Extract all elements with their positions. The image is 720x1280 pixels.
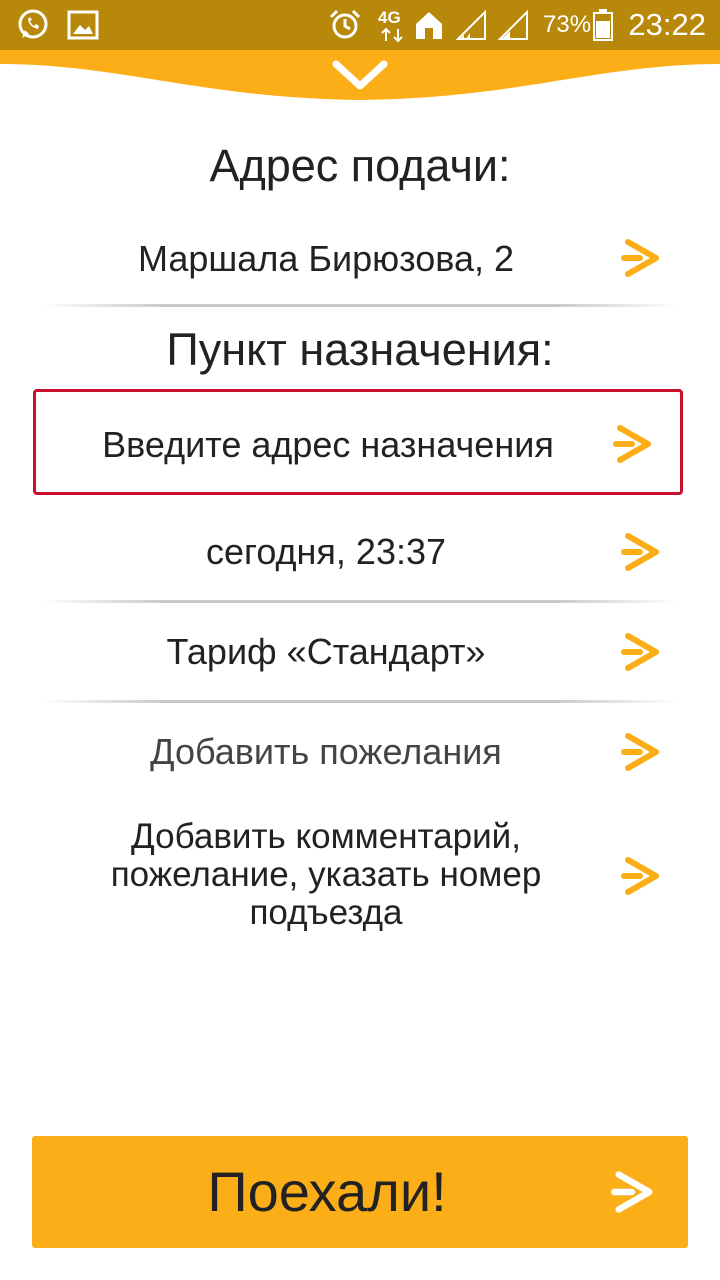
go-button-label: Поехали! — [207, 1160, 447, 1223]
battery-percent: 73% — [543, 11, 592, 38]
pickup-address-row[interactable]: Маршала Бирюзова, 2 — [40, 230, 680, 290]
divider — [40, 600, 680, 603]
order-time: сегодня, 23:37 — [205, 531, 447, 572]
destination-input[interactable]: Введите адрес назначения — [33, 389, 683, 495]
data-arrows-icon — [381, 27, 403, 43]
arrow-right-icon — [621, 857, 659, 895]
signal-icon — [455, 9, 486, 40]
arrow-right-icon — [621, 633, 659, 671]
divider — [40, 304, 680, 307]
destination-placeholder: Введите адрес назначения — [102, 424, 554, 465]
clock: 23:22 — [628, 7, 706, 42]
chevron-down-icon[interactable] — [330, 56, 390, 96]
arrow-right-icon — [611, 1171, 653, 1213]
battery-icon — [593, 9, 613, 41]
gallery-icon — [67, 10, 99, 40]
go-button[interactable]: Поехали! — [32, 1136, 688, 1248]
wishes-label: Добавить пожелания — [150, 731, 502, 772]
alarm-icon — [329, 9, 361, 39]
divider — [40, 700, 680, 703]
wishes-row[interactable]: Добавить пожелания — [40, 722, 680, 782]
arrow-right-icon — [621, 239, 659, 277]
pickup-heading: Адрес подачи: — [209, 140, 511, 191]
home-icon — [416, 12, 442, 39]
arrow-right-icon — [621, 733, 659, 771]
pickup-address: Маршала Бирюзова, 2 — [137, 238, 514, 279]
network-4g-icon: 4G — [378, 8, 401, 27]
comment-row[interactable]: Добавить комментарий, пожелание, указать… — [40, 818, 680, 934]
tariff-label: Тариф «Стандарт» — [166, 631, 486, 672]
status-bar: 4G 73% 23:22 — [0, 0, 720, 50]
comment-label: Добавить комментарий, пожелание, указать… — [110, 817, 542, 932]
whatsapp-icon — [18, 9, 48, 39]
arrow-right-icon — [613, 425, 651, 463]
destination-heading: Пункт назначения: — [166, 324, 554, 375]
tariff-row[interactable]: Тариф «Стандарт» — [40, 622, 680, 682]
arrow-right-icon — [621, 533, 659, 571]
signal-icon-2 — [497, 9, 528, 40]
order-time-row[interactable]: сегодня, 23:37 — [40, 522, 680, 582]
